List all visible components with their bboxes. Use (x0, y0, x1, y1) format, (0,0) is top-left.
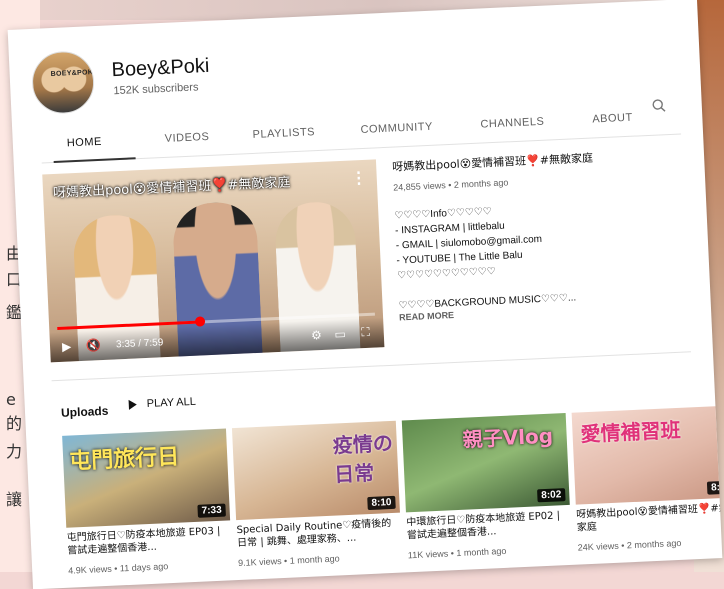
tab-home[interactable]: HOME (67, 136, 103, 150)
active-tab-indicator (53, 157, 136, 163)
video-meta: 11K views • 1 month ago (407, 545, 507, 561)
playback-time: 3:35 / 7:59 (115, 337, 164, 351)
channel-avatar[interactable]: BOEY&POKI (30, 50, 96, 115)
video-title[interactable]: 屯門旅行日♡防疫本地旅遊 EP03 | 嘗試走遍整個香港... (66, 524, 231, 557)
subscriber-count: 152K subscribers (113, 81, 199, 98)
thumbnail-text: 疫情の日常 (332, 430, 394, 487)
video-meta: 24K views • 2 months ago (577, 537, 682, 553)
tab-community[interactable]: COMMUNITY (360, 121, 433, 136)
video-thumbnail[interactable]: 疫情の日常 8:10 (231, 420, 400, 521)
video-duration: 8:02 (537, 488, 566, 503)
video-thumbnail[interactable]: 親子Vlog 8:02 (401, 413, 570, 513)
video-thumbnail[interactable]: 屯門旅行日 7:33 (62, 428, 231, 528)
more-options-icon[interactable]: ⋮ (350, 168, 367, 189)
search-icon[interactable] (651, 98, 666, 113)
video-title[interactable]: 中環旅行日♡防疫本地旅遊 EP02 | 嘗試走遍整個香港... (406, 509, 571, 542)
featured-video-player[interactable]: 呀媽教出pool😵愛情補習班❣️#無敵家庭 ⋮ ▶ 🔇 3:35 / 7:59 … (42, 159, 385, 363)
play-all-label: PLAY ALL (146, 395, 197, 411)
background-char: 的 (6, 414, 23, 433)
background-char: 力 (6, 442, 23, 461)
featured-video-meta: 24,855 views • 2 months ago (392, 177, 509, 193)
video-thumbnail[interactable]: 愛情補習班 8:00 (571, 405, 723, 505)
miniplayer-icon[interactable]: ▭ (334, 327, 346, 342)
video-duration: 8:10 (367, 495, 396, 511)
tab-playlists[interactable]: PLAYLISTS (252, 126, 315, 141)
video-meta: 4.9K views • 11 days ago (68, 561, 169, 576)
background-char: 讓 (6, 490, 23, 509)
read-more-link[interactable]: READ MORE (399, 310, 454, 322)
tab-about[interactable]: ABOUT (592, 112, 633, 126)
thumbnail-text: 親子Vlog (462, 423, 554, 452)
play-all-icon (128, 399, 138, 410)
player-overlay-title: 呀媽教出pool😵愛情補習班❣️#無敵家庭 (52, 175, 291, 202)
channel-name: Boey&Poki (111, 54, 210, 82)
fullscreen-icon[interactable]: ⛶ (361, 325, 370, 340)
play-all-button[interactable]: PLAY ALL (128, 395, 197, 411)
video-title[interactable]: Special Daily Routine♡疫情後的日常 | 跳舞、處理家務、.… (236, 517, 401, 550)
video-duration: 7:33 (197, 503, 226, 518)
featured-video-title[interactable]: 呀媽教出pool😵愛情補習班❣️#無敵家庭 (392, 150, 593, 175)
play-icon[interactable]: ▶ (62, 339, 72, 353)
video-meta: 9.1K views • 1 month ago (237, 553, 340, 569)
thumbnail-text: 屯門旅行日 (68, 444, 180, 475)
tab-videos[interactable]: VIDEOS (164, 131, 209, 145)
settings-icon[interactable]: ⚙ (311, 328, 322, 342)
tab-channels[interactable]: CHANNELS (480, 116, 544, 131)
background-char: e (6, 390, 16, 409)
uploads-heading[interactable]: Uploads (61, 404, 109, 420)
thumbnail-text: 愛情補習班 (580, 417, 682, 447)
avatar-text: BOEY&POKI (50, 69, 96, 79)
youtube-channel-page: BOEY&POKI Boey&Poki 152K subscribers HOM… (7, 0, 723, 589)
video-title[interactable]: 呀媽教出pool😵愛情補習班❣️#無敵家庭 (576, 501, 722, 534)
volume-icon[interactable]: 🔇 (86, 338, 102, 353)
featured-video-description: ♡♡♡♡Info♡♡♡♡♡ - INSTAGRAM | littlebalu -… (394, 201, 576, 314)
